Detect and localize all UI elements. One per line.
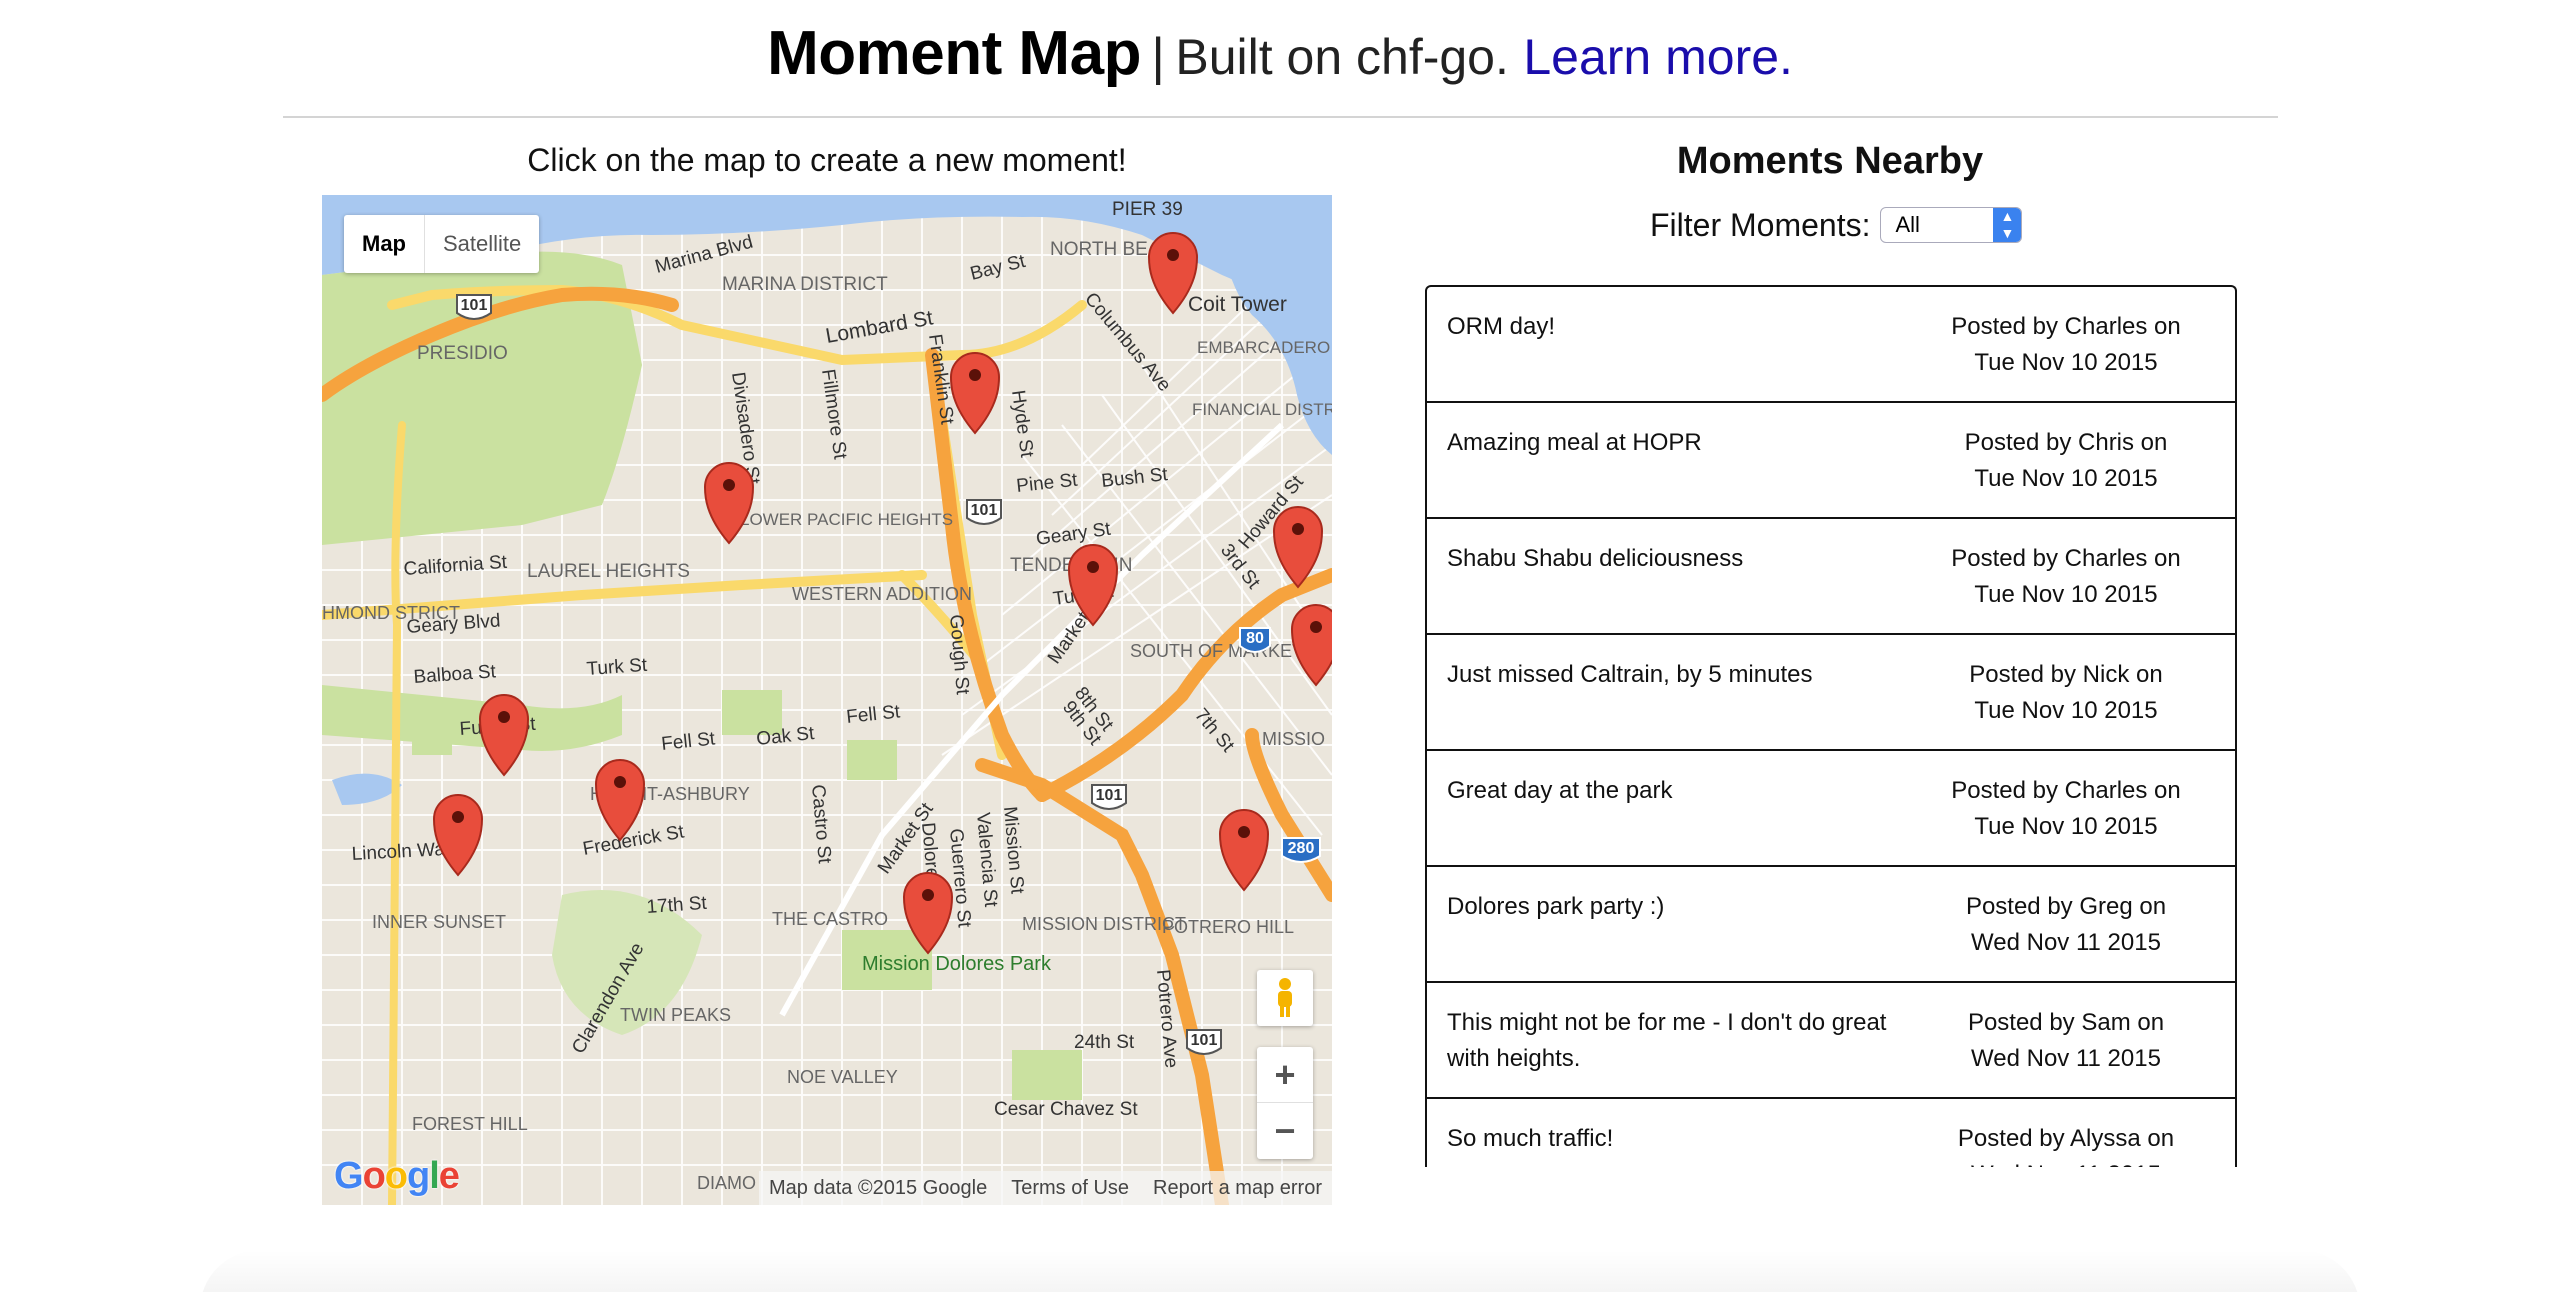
moment-date: Tue Nov 10 2015	[1974, 581, 2158, 608]
moments-list[interactable]: ORM day! Posted by Charles on Tue Nov 10 …	[1425, 285, 2237, 1167]
moment-message: ORM day!	[1447, 313, 1556, 340]
moment-row[interactable]: Just missed Caltrain, by 5 minutes Poste…	[1427, 635, 2235, 751]
zoom-in-button[interactable]: +	[1257, 1047, 1313, 1103]
moment-row[interactable]: Great day at the park Posted by Charles …	[1427, 751, 2235, 867]
moment-date: Tue Nov 10 2015	[1974, 697, 2158, 724]
moment-author: Posted by Nick on	[1969, 661, 2163, 688]
moment-meta: Posted by Charles on Tue Nov 10 2015	[1917, 309, 2215, 401]
moment-meta: Posted by Chris on Tue Nov 10 2015	[1917, 425, 2215, 517]
moments-heading: Moments Nearby	[1676, 140, 1984, 182]
moment-author: Posted by Charles on	[1951, 313, 2181, 340]
map-type-map-button[interactable]: Map	[344, 215, 425, 273]
moment-date: Wed Nov 11 2015	[1971, 1045, 2161, 1072]
zoom-out-button[interactable]: −	[1257, 1103, 1313, 1159]
moment-marker-icon[interactable]	[1273, 506, 1323, 588]
moment-marker-icon[interactable]	[1291, 604, 1332, 686]
pegman-icon	[1278, 978, 1292, 1017]
moment-date: Tue Nov 10 2015	[1974, 813, 2158, 840]
moment-message: Great day at the park	[1447, 777, 1673, 804]
moment-marker-icon[interactable]	[1219, 809, 1269, 891]
filter-label: Filter Moments:	[1650, 206, 1871, 243]
moment-marker-icon[interactable]	[595, 759, 645, 841]
learn-more-link[interactable]: Learn more.	[1523, 29, 1793, 85]
moment-message: Dolores park party :)	[1447, 893, 1665, 920]
moment-author: Posted by Alyssa on	[1957, 1125, 2175, 1152]
zoom-control: + −	[1257, 1047, 1313, 1159]
filter-bar: Filter Moments: All ▲ ▼	[1650, 205, 2023, 245]
moment-row[interactable]: Dolores park party :) Posted by Greg on W…	[1427, 867, 2235, 983]
moment-message: So much traffic!	[1447, 1125, 1614, 1152]
filter-select-value: All	[1895, 212, 1920, 237]
map-instructions: Click on the map to create a new moment!	[527, 142, 1127, 178]
moment-message: Shabu Shabu deliciousness	[1447, 545, 1744, 572]
moment-marker-icon[interactable]	[950, 352, 1000, 434]
moment-date: Tue Nov 10 2015	[1974, 465, 2158, 492]
page-header: Moment Map | Built on chf-go. Learn more…	[0, 18, 2560, 89]
footer-shadow	[200, 1250, 2360, 1292]
moment-row[interactable]: Shabu Shabu deliciousness Posted by Char…	[1427, 519, 2235, 635]
filter-select[interactable]: All ▲ ▼	[1880, 207, 2023, 243]
map-attribution: Map data ©2015 Google Terms of Use Repor…	[758, 1171, 1332, 1205]
moment-message: Amazing meal at HOPR	[1447, 429, 1702, 456]
moment-meta: Posted by Charles on Tue Nov 10 2015	[1917, 541, 2215, 633]
report-map-error-link[interactable]: Report a map error	[1153, 1177, 1322, 1200]
moment-row[interactable]: ORM day! Posted by Charles on Tue Nov 10 …	[1427, 287, 2235, 403]
moment-date: Tue Nov 10 2015	[1974, 349, 2158, 376]
moment-marker-icon[interactable]	[433, 794, 483, 876]
app-title: Moment Map	[767, 19, 1141, 88]
moment-date: Wed Nov 11 2015	[1971, 929, 2161, 956]
moment-row[interactable]: This might not be for me - I don't do gr…	[1427, 983, 2235, 1099]
marker-layer	[433, 232, 1332, 954]
street-view-pegman[interactable]	[1257, 970, 1313, 1026]
moment-row[interactable]: Amazing meal at HOPR Posted by Chris on T…	[1427, 403, 2235, 519]
map-type-satellite-button[interactable]: Satellite	[425, 215, 539, 273]
moment-meta: Posted by Sam on Wed Nov 11 2015	[1917, 1005, 2215, 1097]
moment-author: Posted by Sam on	[1967, 1009, 2165, 1036]
moment-marker-icon[interactable]	[704, 462, 754, 544]
moment-message: Just missed Caltrain, by 5 minutes	[1447, 661, 1813, 688]
moment-meta: Posted by Charles on Tue Nov 10 2015	[1917, 773, 2215, 865]
map-type-control: Map Satellite	[344, 215, 540, 273]
title-separator: |	[1151, 28, 1165, 86]
moment-author: Posted by Greg on	[1965, 893, 2167, 920]
moment-meta: Posted by Alyssa on Wed Nov 11 2015	[1917, 1121, 2215, 1167]
moment-meta: Posted by Greg on Wed Nov 11 2015	[1917, 889, 2215, 981]
moment-date: Wed Nov 11 2015	[1917, 1157, 2215, 1167]
moment-author: Posted by Charles on	[1951, 545, 2181, 572]
map-canvas[interactable]: PIER 39 NORTH BE Coit Tower Marina Blvd …	[322, 195, 1332, 1205]
moment-row[interactable]: So much traffic! Posted by Alyssa on Wed …	[1427, 1099, 2235, 1167]
header-divider	[283, 116, 2278, 118]
moment-message: This might not be for me - I don't do gr…	[1447, 1009, 1887, 1072]
moment-author: Posted by Charles on	[1951, 777, 2181, 804]
app-subtitle: Built on chf-go.	[1175, 29, 1509, 85]
moment-marker-icon[interactable]	[1068, 544, 1118, 626]
moment-marker-icon[interactable]	[1148, 232, 1198, 314]
moment-marker-icon[interactable]	[903, 872, 953, 954]
terms-of-use-link[interactable]: Terms of Use	[1011, 1177, 1129, 1200]
moment-meta: Posted by Nick on Tue Nov 10 2015	[1917, 657, 2215, 749]
google-logo: Google	[334, 1155, 460, 1197]
moment-marker-icon[interactable]	[479, 694, 529, 776]
moment-author: Posted by Chris on	[1964, 429, 2168, 456]
select-arrows-icon: ▲ ▼	[1993, 208, 2022, 242]
map-data-credit: Map data ©2015 Google	[768, 1176, 988, 1199]
